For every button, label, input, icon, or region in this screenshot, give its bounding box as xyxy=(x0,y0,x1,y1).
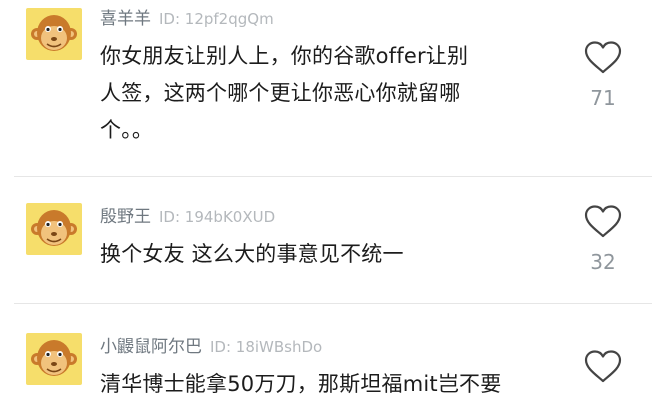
user-id: ID: 194bK0XUD xyxy=(159,208,276,226)
divider xyxy=(14,303,652,304)
author-line: 喜羊羊 ID: 12pf2qgQm xyxy=(100,7,274,31)
like-button[interactable]: 32 xyxy=(580,204,626,274)
author-line: 小鼹鼠阿尔巴 ID: 18iWBshDo xyxy=(100,335,322,359)
like-button[interactable] xyxy=(580,349,626,383)
username[interactable]: 喜羊羊 xyxy=(100,9,151,29)
comment-text-line: 人签，这两个哪个更让你恶心你就留哪 xyxy=(100,81,461,105)
monkey-avatar-icon xyxy=(31,340,77,376)
monkey-avatar-icon xyxy=(31,15,77,51)
like-count: 32 xyxy=(590,250,616,274)
comment-text: 清华博士能拿50万刀，那斯坦福mit岂不要 xyxy=(100,366,570,403)
user-id: ID: 12pf2qgQm xyxy=(159,10,274,28)
comment-text: 换个女友 这么大的事意见不统一 xyxy=(100,236,540,273)
monkey-avatar-icon xyxy=(31,210,77,246)
author-line: 殷野王 ID: 194bK0XUD xyxy=(100,205,275,229)
comment-text-line: 清华博士能拿50万刀，那斯坦福mit岂不要 xyxy=(100,372,502,396)
divider xyxy=(14,176,652,177)
username[interactable]: 小鼹鼠阿尔巴 xyxy=(100,337,202,357)
user-id: ID: 18iWBshDo xyxy=(210,338,323,356)
heart-outline-icon xyxy=(584,350,622,383)
heart-outline-icon xyxy=(584,205,622,238)
like-button[interactable]: 71 xyxy=(580,40,626,110)
comment-text-line: 个。。 xyxy=(100,118,154,142)
heart-outline-icon xyxy=(584,41,622,74)
username[interactable]: 殷野王 xyxy=(100,207,151,227)
comment-text: 你女朋友让别人上，你的谷歌offer让别 人签，这两个哪个更让你恶心你就留哪 个… xyxy=(100,38,540,149)
comment-text-line: 你女朋友让别人上，你的谷歌offer让别 xyxy=(100,44,469,68)
like-count: 71 xyxy=(590,86,616,110)
avatar[interactable] xyxy=(26,333,82,385)
comment-text-line: 换个女友 这么大的事意见不统一 xyxy=(100,242,404,266)
avatar[interactable] xyxy=(26,8,82,60)
avatar[interactable] xyxy=(26,203,82,255)
